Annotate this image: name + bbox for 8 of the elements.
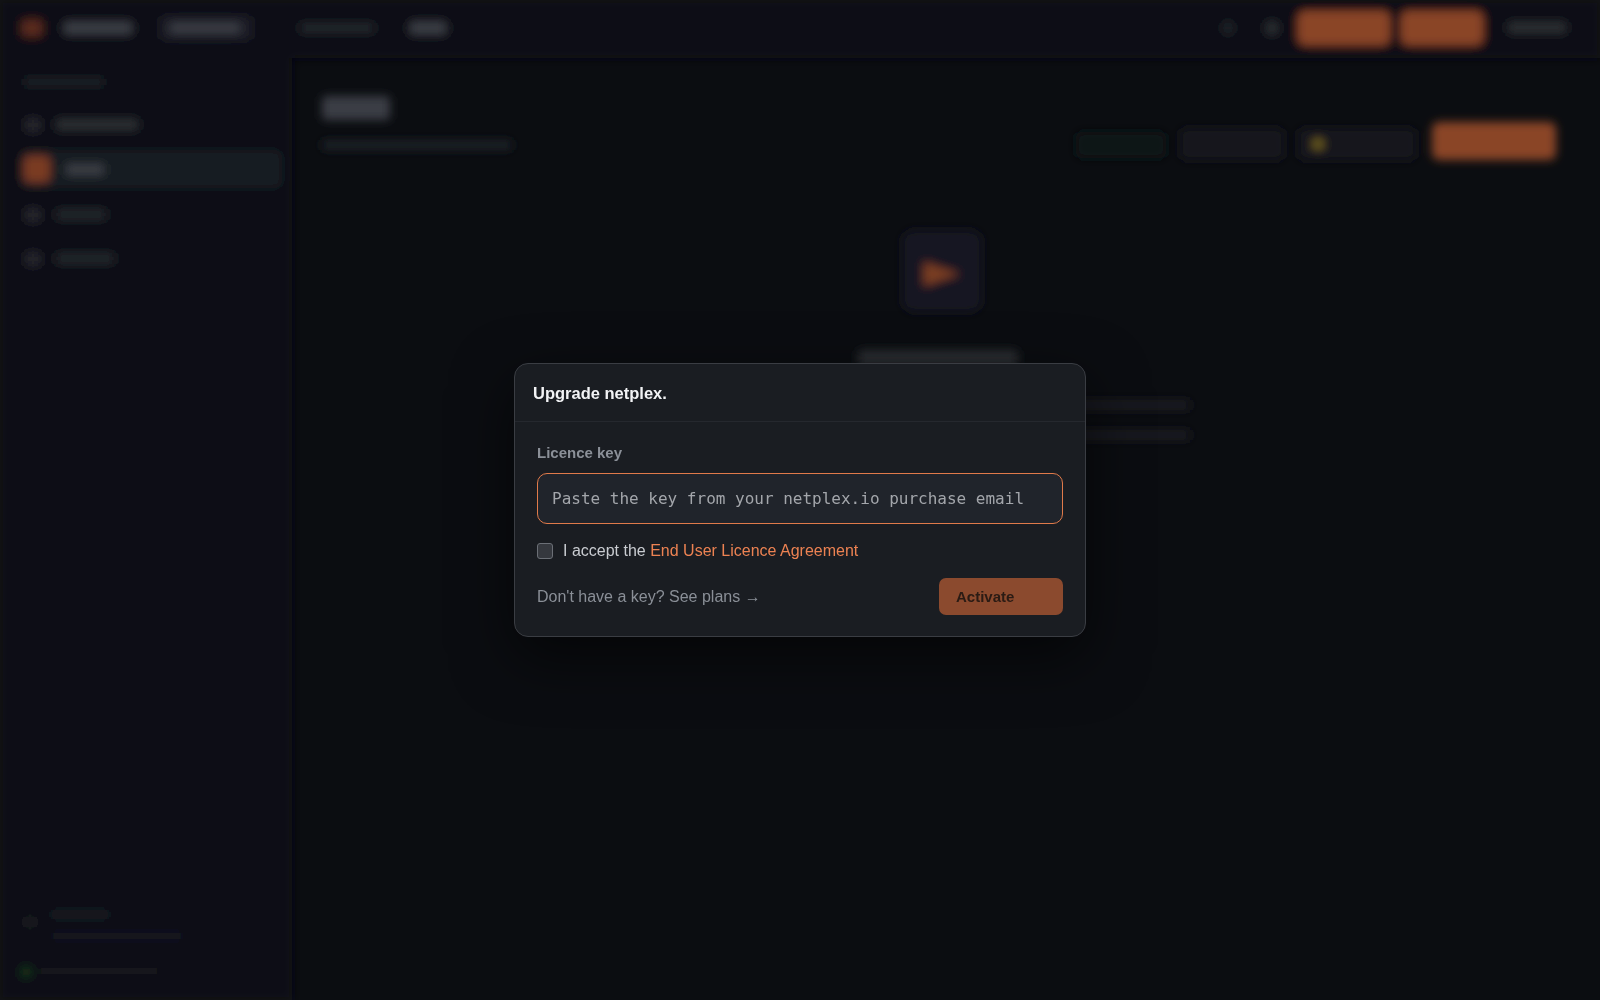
eula-link[interactable]: End User Licence Agreement: [650, 542, 859, 559]
dialog-title: Upgrade netplex.: [533, 383, 667, 404]
plans-hint: Don't have a key? See plans →: [537, 586, 761, 607]
accept-checkbox[interactable]: [537, 543, 553, 559]
accept-label: I accept the End User Licence Agreement: [563, 541, 859, 561]
field-label: Licence key: [537, 443, 623, 463]
licence-key-input[interactable]: Paste the key from your netplex.io purchase email: [537, 473, 1063, 524]
see-plans-link[interactable]: See plans →: [669, 587, 761, 605]
